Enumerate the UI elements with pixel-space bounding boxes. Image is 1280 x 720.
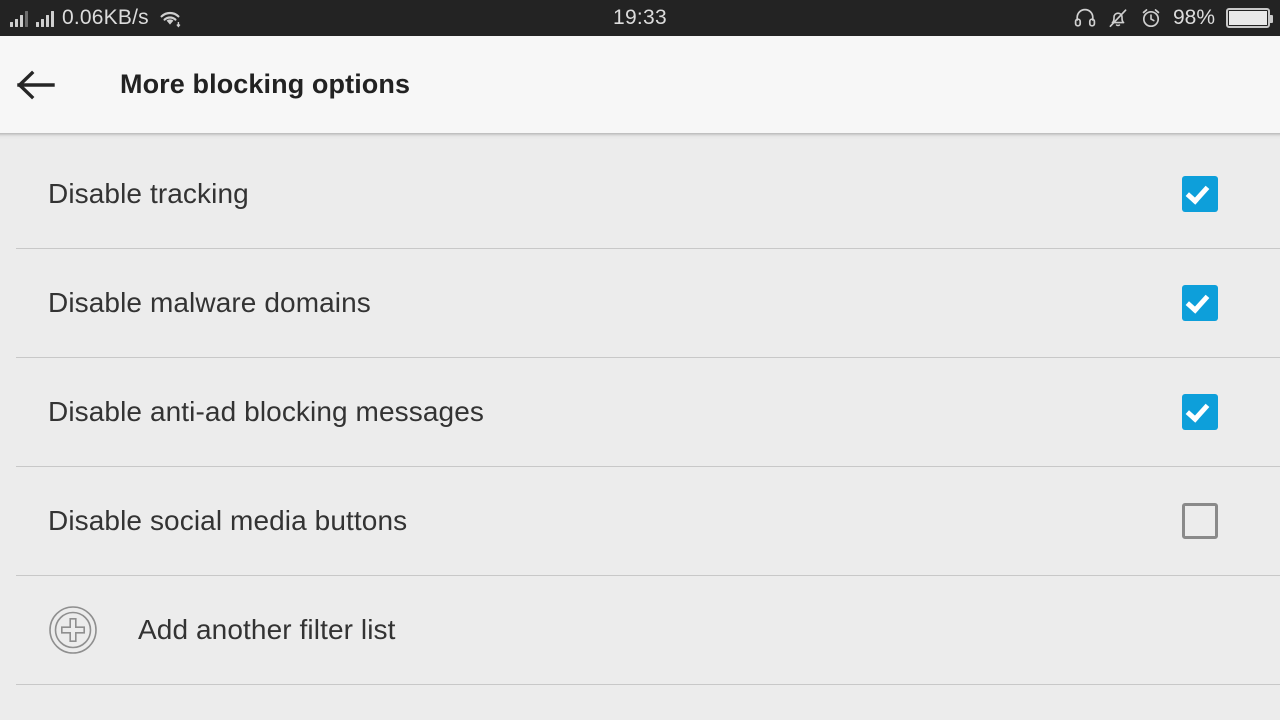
status-bar-right: 98% (1074, 0, 1273, 36)
bell-muted-icon (1107, 7, 1129, 29)
status-bar-left: 0.06KB/s (10, 6, 183, 30)
battery-percent-text: 98% (1172, 6, 1215, 29)
signal-bars-icon-sim1 (10, 9, 28, 27)
status-bar: 0.06KB/s 19:33 98% (0, 0, 1280, 36)
add-filter-list-label: Add another filter list (138, 614, 396, 645)
list-item-label: Disable social media buttons (48, 505, 408, 536)
list-item-label: Disable malware domains (48, 287, 371, 318)
clock-text: 19:33 (612, 6, 668, 29)
list-item-label: Disable anti-ad blocking messages (48, 396, 484, 427)
list-item-disable-social-media-buttons[interactable]: Disable social media buttons (0, 467, 1280, 575)
checkbox-disable-tracking[interactable] (1182, 176, 1218, 212)
list-item-add-another-filter-list[interactable]: Add another filter list (0, 576, 1280, 684)
signal-bars-icon-sim2 (36, 9, 54, 27)
app-bar: More blocking options (0, 36, 1280, 133)
checkbox-disable-anti-ad-blocking-messages[interactable] (1182, 394, 1218, 430)
page-title: More blocking options (120, 69, 411, 99)
list-item-disable-malware-domains[interactable]: Disable malware domains (0, 249, 1280, 357)
wifi-icon (157, 8, 183, 28)
add-circle-icon (48, 605, 98, 655)
back-button[interactable] (0, 36, 72, 133)
list-divider (16, 684, 1280, 685)
checkbox-disable-malware-domains[interactable] (1182, 285, 1218, 321)
battery-icon (1226, 8, 1273, 28)
headset-icon (1074, 7, 1096, 29)
list-item-disable-tracking[interactable]: Disable tracking (0, 140, 1280, 248)
back-arrow-icon (16, 69, 56, 101)
app-bar-shadow (0, 133, 1280, 140)
checkbox-disable-social-media-buttons[interactable] (1182, 503, 1218, 539)
options-list: Disable tracking Disable malware domains… (0, 140, 1280, 685)
alarm-clock-icon (1140, 7, 1162, 29)
network-speed-text: 0.06KB/s (62, 6, 149, 29)
list-item-disable-anti-ad-blocking-messages[interactable]: Disable anti-ad blocking messages (0, 358, 1280, 466)
list-item-label: Disable tracking (48, 178, 249, 209)
